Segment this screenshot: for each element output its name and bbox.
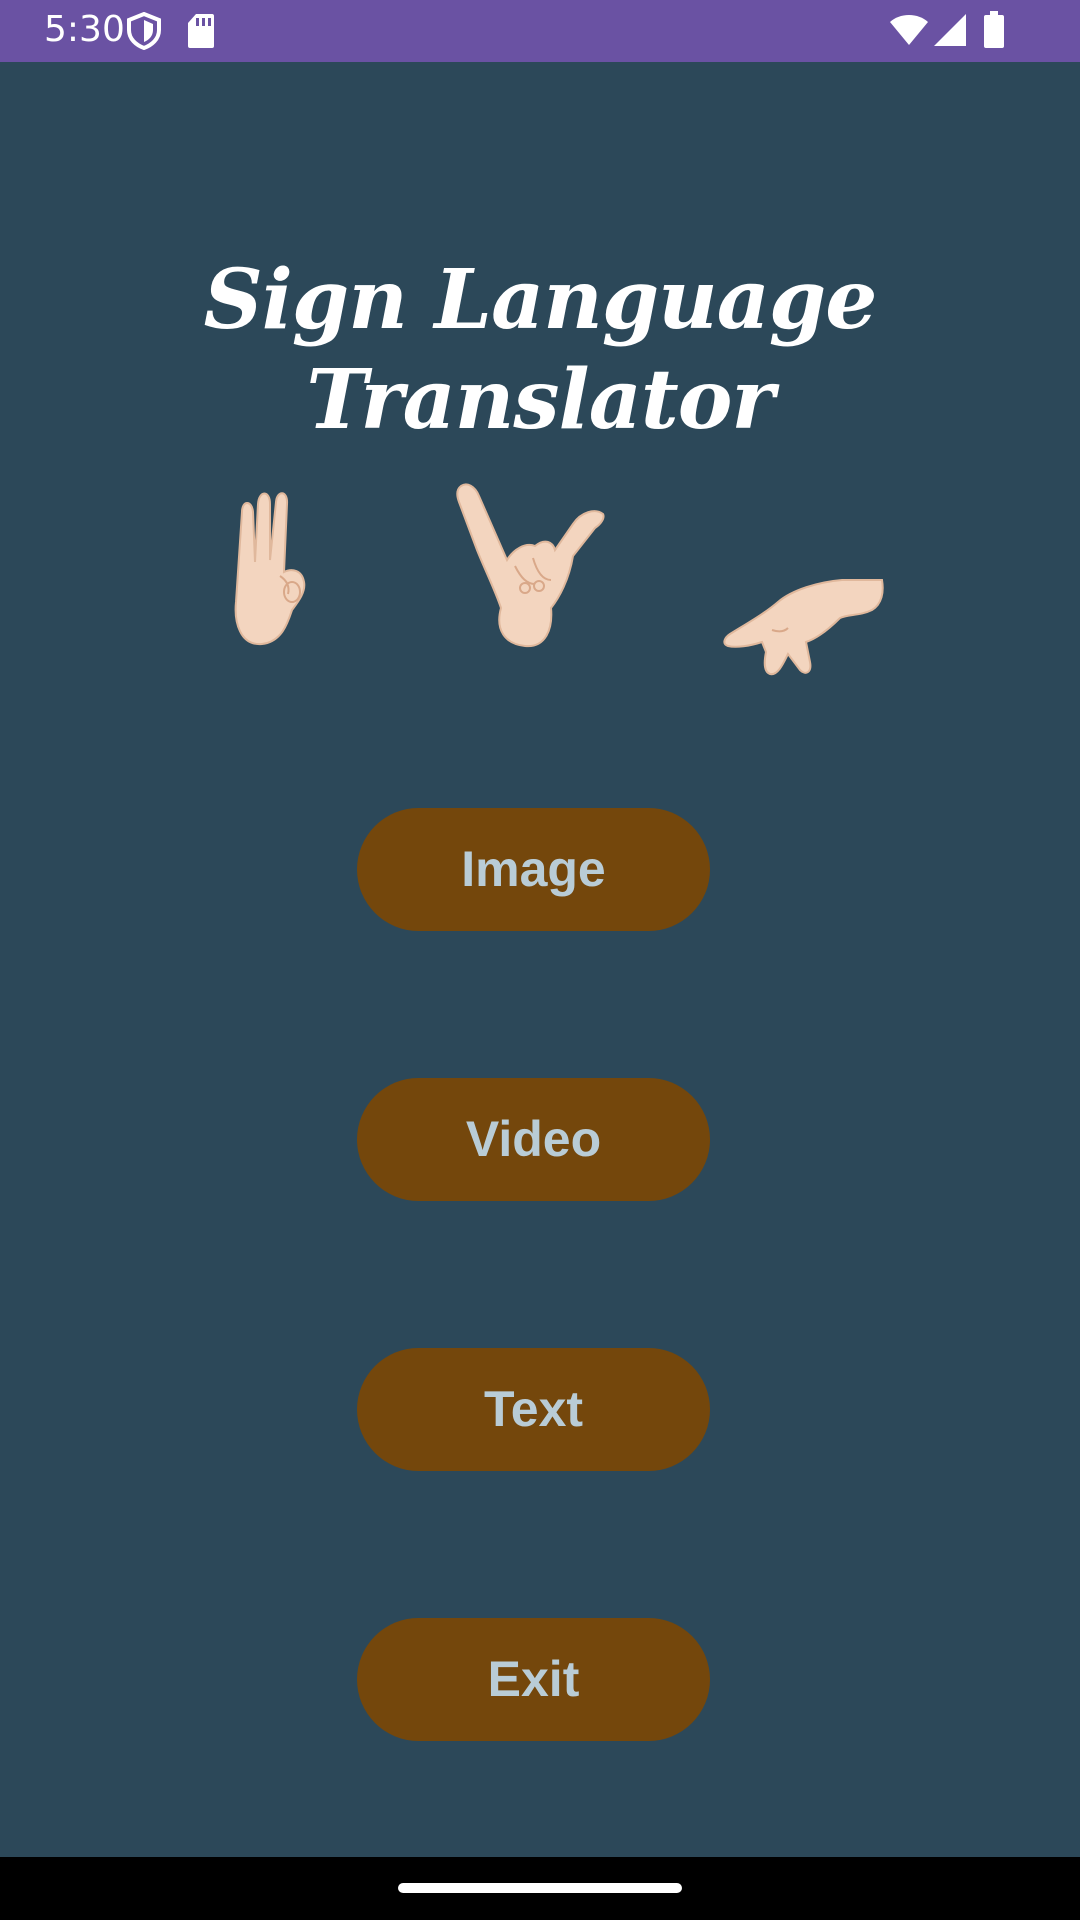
home-gesture-handle[interactable] [398,1883,682,1893]
video-button[interactable]: Video [357,1078,710,1201]
navigation-bar [0,1857,1080,1920]
wifi-icon [890,15,928,45]
status-bar: 5:30 [0,0,1080,62]
cellular-signal-icon [934,14,966,46]
hand-pointing-down-icon [723,579,884,676]
battery-icon [984,11,1004,48]
shield-icon [127,12,161,50]
exit-button[interactable]: Exit [357,1618,710,1741]
text-button[interactable]: Text [357,1348,710,1471]
sd-card-icon [188,14,214,48]
hand-ok-sign-icon [234,492,306,646]
main-screen: Sign Language Translator Image Video Tex… [0,62,1080,1857]
hand-y-sign-icon [456,483,605,648]
image-button[interactable]: Image [357,808,710,931]
app-title: Sign Language Translator [203,252,878,448]
status-time: 5:30 [44,9,125,50]
